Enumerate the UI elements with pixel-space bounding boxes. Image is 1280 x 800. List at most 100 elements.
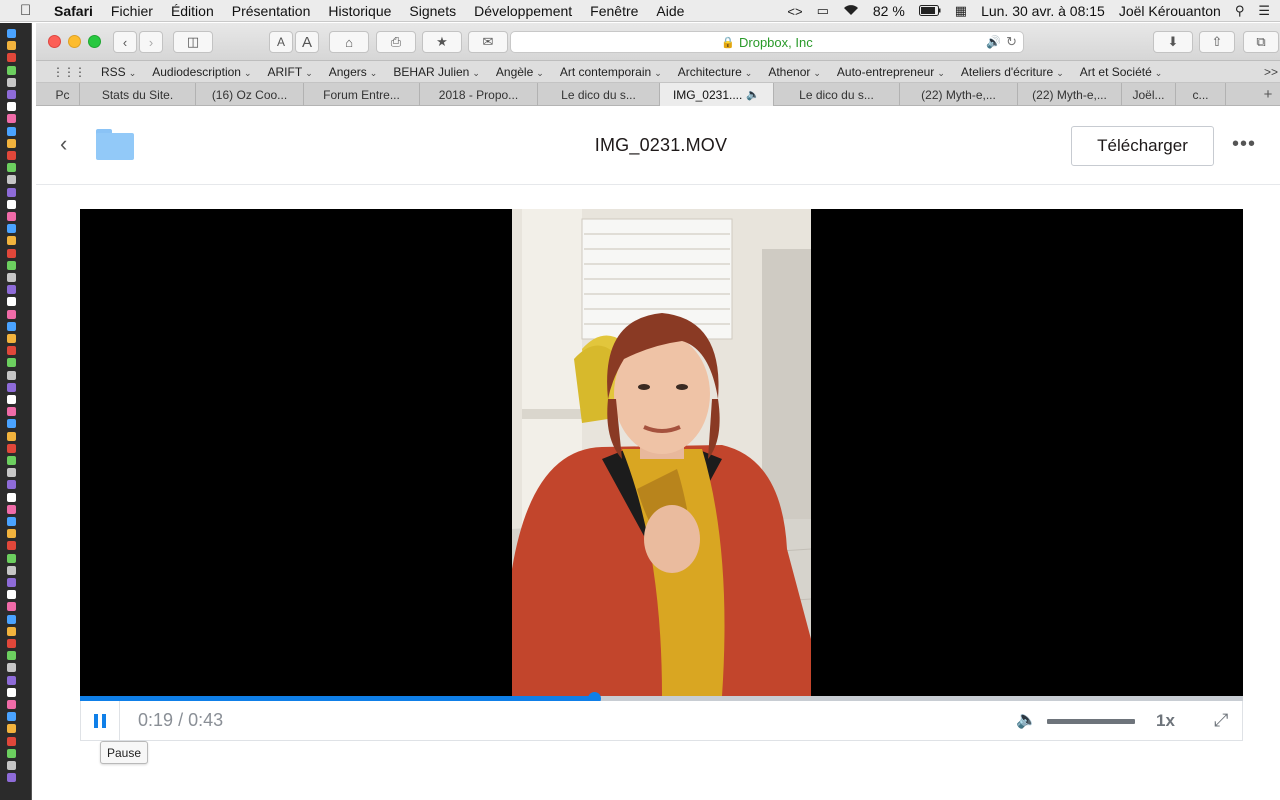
tab-overview-button[interactable]: ⧉ — [1243, 31, 1279, 53]
dock-app-icon[interactable] — [7, 187, 16, 197]
browser-tab[interactable]: Le dico du s... — [538, 83, 660, 106]
dock-app-icon[interactable] — [7, 614, 16, 624]
browser-tab[interactable]: (16) Oz Coo... — [196, 83, 304, 106]
dock-app-icon[interactable] — [7, 236, 16, 246]
dock-app-icon[interactable] — [7, 41, 16, 51]
menu-signets[interactable]: Signets — [409, 3, 456, 19]
mail-button[interactable]: ✉ — [468, 31, 508, 53]
audio-playing-icon[interactable]: 🔊 — [986, 35, 1001, 49]
clock-datetime[interactable]: Lun. 30 avr. à 08:15 — [981, 3, 1105, 19]
dock-app-icon[interactable] — [7, 773, 16, 783]
dock-app-icon[interactable] — [7, 712, 16, 722]
font-smaller-button[interactable]: A — [269, 31, 293, 53]
close-window-button[interactable] — [48, 35, 61, 48]
browser-tab[interactable]: (22) Myth-e,... — [1018, 83, 1122, 106]
dock-app-icon[interactable] — [7, 651, 16, 661]
dock-app-icon[interactable] — [7, 29, 16, 38]
dock-app-icon[interactable] — [7, 273, 16, 282]
menu-historique[interactable]: Historique — [328, 3, 391, 19]
dock-app-icon[interactable] — [7, 443, 16, 453]
bookmark-ateliers-ecriture[interactable]: Ateliers d'écriture ⌄ — [961, 65, 1064, 79]
dock-app-icon[interactable] — [7, 675, 16, 685]
dock-app-icon[interactable] — [7, 90, 16, 99]
user-name[interactable]: Joël Kérouanton — [1119, 3, 1221, 19]
dock-app-icon[interactable] — [7, 346, 16, 356]
battery-icon[interactable] — [918, 4, 941, 19]
font-larger-button[interactable]: A — [295, 31, 319, 53]
dock-app-icon[interactable] — [7, 199, 16, 209]
dock-app-icon[interactable] — [7, 736, 16, 746]
dock-app-icon[interactable] — [7, 260, 16, 270]
new-tab-button[interactable]: + — [1256, 83, 1280, 106]
browser-tab[interactable]: IMG_0231.... 🔈 — [660, 83, 774, 106]
dock-app-icon[interactable] — [7, 639, 16, 648]
minimize-window-button[interactable] — [68, 35, 81, 48]
menu-presentation[interactable]: Présentation — [232, 3, 311, 19]
browser-tab[interactable]: Joël... — [1122, 83, 1176, 106]
dock-app-icon[interactable] — [7, 602, 16, 612]
fullscreen-icon[interactable]: ⤢ — [1214, 710, 1228, 731]
dock-app-icon[interactable] — [7, 724, 16, 734]
bookmarks-overflow-button[interactable]: >> — [1264, 65, 1278, 79]
download-button[interactable]: Télécharger — [1071, 126, 1214, 166]
dock-app-icon[interactable] — [7, 700, 16, 709]
dock-app-icon[interactable] — [7, 578, 16, 587]
zoom-window-button[interactable] — [88, 35, 101, 48]
dock-app-icon[interactable] — [7, 504, 16, 514]
bookmark-auto-entrepreneur[interactable]: Auto-entrepreneur ⌄ — [837, 65, 945, 79]
code-brackets-icon[interactable]: <> — [787, 4, 802, 19]
dock-app-icon[interactable] — [7, 492, 16, 502]
menu-aide[interactable]: Aide — [656, 3, 684, 19]
print-button[interactable]: ⎙ — [376, 31, 416, 53]
dock-app-icon[interactable] — [7, 151, 16, 160]
volume-slider[interactable] — [1047, 719, 1135, 724]
notification-center-icon[interactable]: ☰ — [1258, 3, 1270, 19]
dock-app-icon[interactable] — [7, 382, 16, 392]
menu-developpement[interactable]: Développement — [474, 3, 572, 19]
dock-app-icon[interactable] — [7, 626, 16, 636]
dock-app-icon[interactable] — [7, 65, 16, 75]
dock-app-icon[interactable] — [7, 748, 16, 758]
dock-app-icon[interactable] — [7, 590, 16, 600]
menu-edition[interactable]: Édition — [171, 3, 214, 19]
bookmark-angele[interactable]: Angèle ⌄ — [496, 65, 544, 79]
menu-fichier[interactable]: Fichier — [111, 3, 153, 19]
dock-app-icon[interactable] — [7, 687, 16, 697]
dock-app-icon[interactable] — [7, 541, 16, 551]
apple-logo-icon[interactable]:  — [20, 2, 42, 19]
bookmark-angers[interactable]: Angers ⌄ — [329, 65, 378, 79]
volume-icon[interactable]: 🔈 — [1016, 710, 1037, 730]
dock-app-icon[interactable] — [7, 456, 16, 465]
forward-nav-button[interactable]: › — [139, 31, 163, 53]
browser-tab[interactable]: (22) Myth-e,... — [900, 83, 1018, 106]
browser-tab[interactable]: Forum Entre... — [304, 83, 420, 106]
bookmark-audiodescription[interactable]: Audiodescription ⌄ — [152, 65, 251, 79]
playback-speed-button[interactable]: 1x — [1156, 711, 1175, 731]
menu-fenetre[interactable]: Fenêtre — [590, 3, 638, 19]
address-bar[interactable]: 🔒 Dropbox, Inc 🔊 ↻ — [510, 31, 1024, 53]
spotlight-search-icon[interactable]: ⚲ — [1235, 3, 1245, 19]
dock-app-icon[interactable] — [7, 212, 16, 221]
calendar-grid-icon[interactable]: ▦ — [955, 3, 967, 19]
dock-app-icon[interactable] — [7, 309, 16, 319]
dock-app-icon[interactable] — [7, 663, 16, 673]
dock-app-icon[interactable] — [7, 358, 16, 368]
wifi-icon[interactable] — [843, 4, 859, 19]
dock-app-icon[interactable] — [7, 370, 16, 380]
back-nav-button[interactable]: ‹ — [113, 31, 137, 53]
dock-app-icon[interactable] — [7, 163, 16, 173]
dock-app-icon[interactable] — [7, 419, 16, 429]
dock-app-icon[interactable] — [7, 175, 16, 185]
dock-app-icon[interactable] — [7, 53, 16, 63]
airplay-icon[interactable]: ▭ — [817, 3, 829, 19]
dock-app-icon[interactable] — [7, 407, 16, 417]
browser-tab[interactable]: c... — [1176, 83, 1226, 106]
reload-icon[interactable]: ↻ — [1006, 34, 1017, 50]
dock-app-icon[interactable] — [7, 553, 16, 563]
bookmark-art-contemporain[interactable]: Art contemporain ⌄ — [560, 65, 662, 79]
bookmark-star-button[interactable]: ★ — [422, 31, 462, 53]
dock-app-icon[interactable] — [7, 334, 16, 343]
pause-button[interactable] — [81, 701, 120, 740]
dock-app-icon[interactable] — [7, 480, 16, 490]
more-options-icon[interactable]: ••• — [1232, 134, 1256, 154]
